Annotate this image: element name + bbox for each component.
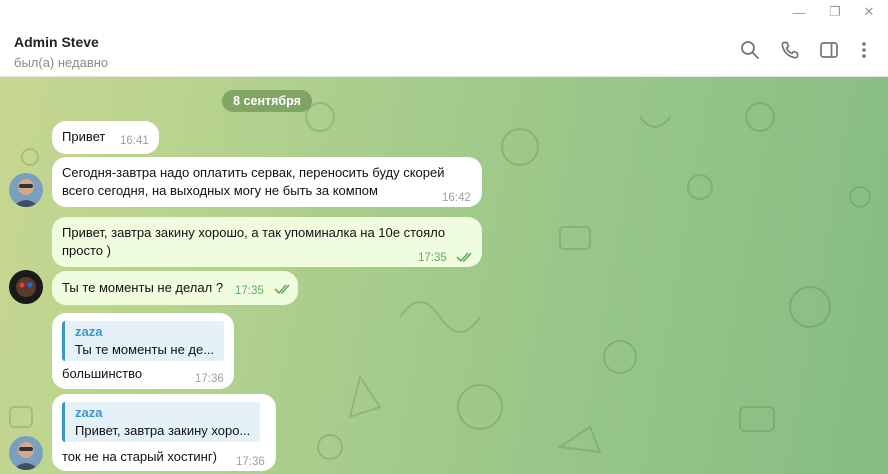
sidebar-toggle-icon[interactable] [817, 38, 841, 62]
maximize-button[interactable]: ❐ [818, 0, 852, 24]
reply-author: zaza [75, 324, 103, 339]
message-bubble-outgoing[interactable]: Привет, завтра закину хорошо, а так упом… [52, 217, 482, 267]
window-titlebar: — ❐ ✕ [0, 0, 888, 24]
message-time: 17:35 [418, 252, 447, 264]
chat-area[interactable]: 8 сентября Привет 16:41 Сегодня-завтра н… [0, 77, 888, 474]
reply-text: Привет, завтра закину хоро... [75, 423, 251, 438]
date-separator: 8 сентября [222, 90, 312, 112]
message-time: 16:42 [442, 192, 471, 204]
reply-author: zaza [75, 405, 103, 420]
message-bubble[interactable]: zaza Ты те моменты не де... большинство … [52, 313, 234, 389]
message-time: 16:41 [120, 135, 149, 147]
message-time: 17:35 [235, 285, 264, 297]
message-text: большинство [62, 366, 143, 381]
avatar[interactable] [9, 436, 43, 470]
message-bubble-outgoing[interactable]: Ты те моменты не делал ? 17:35 [52, 271, 298, 305]
message-text-line: Сегодня-завтра надо оплатить сервак, пер… [62, 165, 445, 180]
message-time: 17:36 [195, 373, 224, 385]
message-bubble[interactable]: zaza Привет, завтра закину хоро... ток н… [52, 394, 276, 471]
more-vertical-icon[interactable] [852, 38, 876, 62]
chat-title[interactable]: Admin Steve [14, 34, 99, 50]
message-bubble[interactable]: Сегодня-завтра надо оплатить сервак, пер… [52, 157, 482, 207]
chat-status: был(а) недавно [14, 55, 109, 70]
avatar[interactable] [9, 173, 43, 207]
reply-text: Ты те моменты не де... [75, 342, 215, 357]
message-text-line: просто ) [62, 243, 111, 258]
message-text: ток не на старый хостинг) [62, 449, 217, 464]
message-time: 17:36 [236, 456, 265, 468]
reply-quote[interactable]: zaza Привет, завтра закину хоро... [62, 402, 260, 442]
message-bubble[interactable]: Привет 16:41 [52, 121, 159, 154]
reply-quote[interactable]: zaza Ты те моменты не де... [62, 321, 224, 361]
phone-icon[interactable] [778, 38, 802, 62]
close-button[interactable]: ✕ [852, 0, 886, 24]
search-icon[interactable] [738, 38, 762, 62]
chat-header: Admin Steve был(а) недавно [0, 24, 888, 77]
double-check-icon [456, 252, 472, 263]
message-text: Привет [62, 129, 106, 144]
message-text: Ты те моменты не делал ? [62, 280, 224, 295]
double-check-icon [274, 284, 290, 295]
message-text-line: Привет, завтра закину хорошо, а так упом… [62, 225, 446, 240]
minimize-button[interactable]: — [782, 0, 816, 24]
avatar[interactable] [9, 270, 43, 304]
message-text-line: всего сегодня, на выходных могу не быть … [62, 183, 378, 198]
